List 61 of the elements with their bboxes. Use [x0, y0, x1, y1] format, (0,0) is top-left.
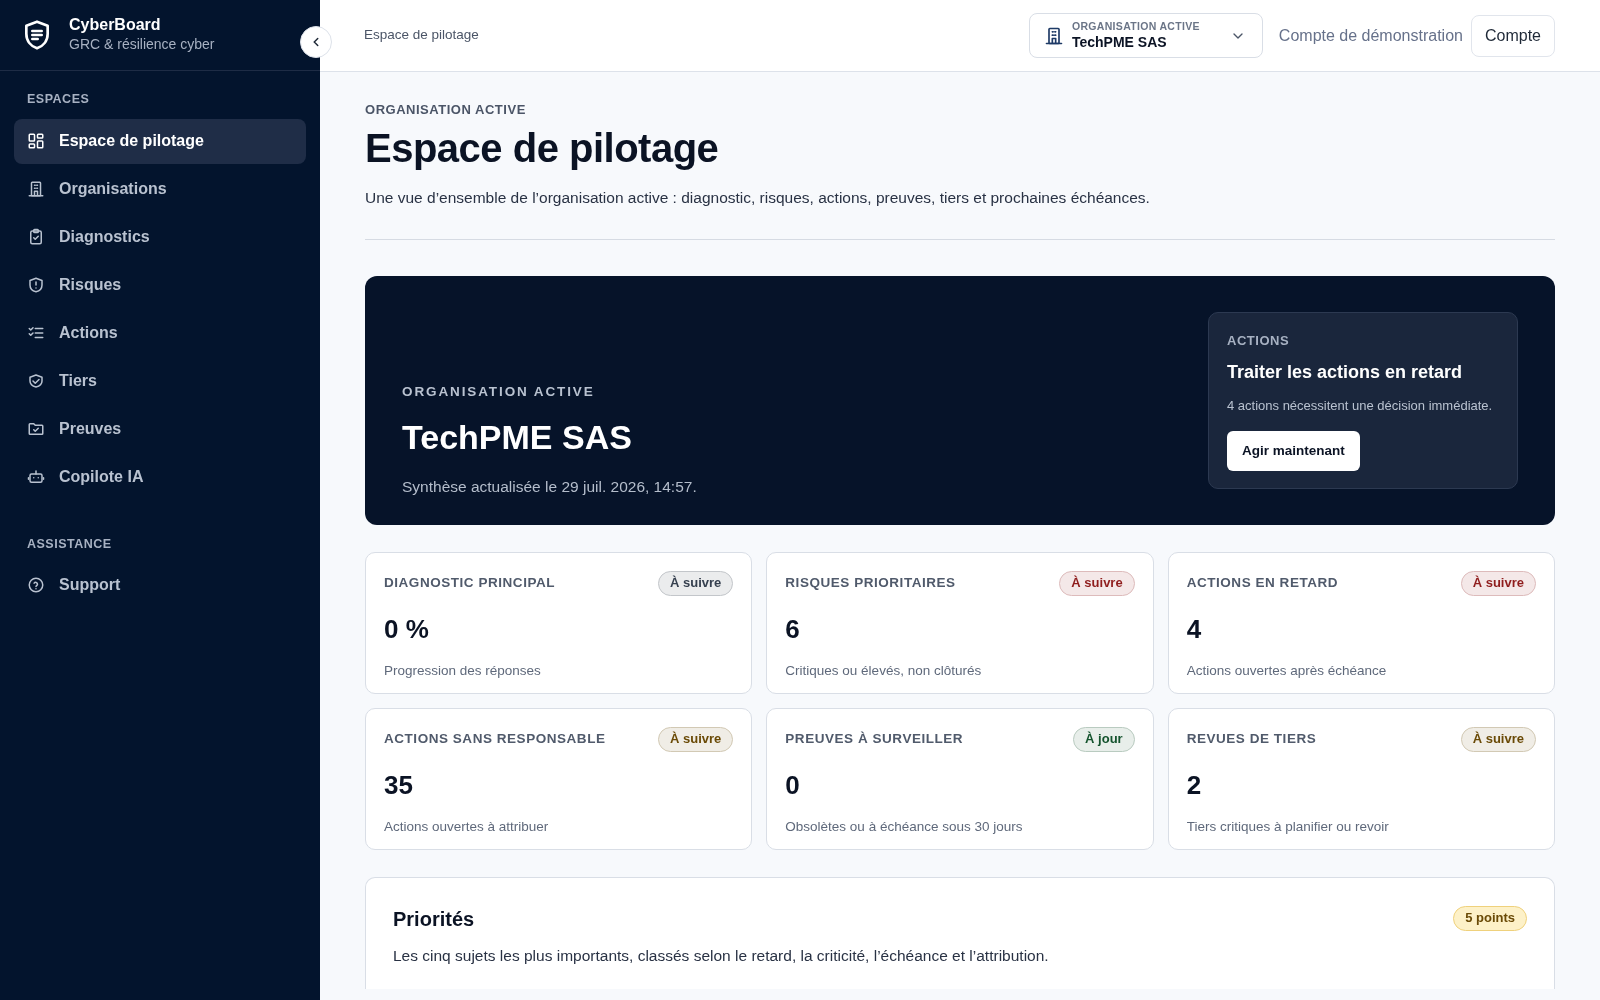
clipboard-check-icon: [27, 228, 45, 247]
dashboard-icon: [27, 132, 45, 151]
nav-item[interactable]: Risques: [14, 262, 306, 308]
status-badge: À suivre: [658, 726, 734, 752]
metric-caption: Obsolètes ou à échéance sous 30 jours: [785, 817, 1024, 836]
account-button[interactable]: Compte: [1470, 14, 1555, 57]
status-badge: À suivre: [1460, 570, 1536, 596]
nav-item[interactable]: Actions: [14, 310, 306, 356]
collapse-button[interactable]: [300, 26, 332, 58]
nav-item[interactable]: Preuves: [14, 406, 306, 452]
metric-title: REVUES DE TIERS: [1186, 729, 1317, 748]
count-badge: 5 points: [1453, 906, 1527, 932]
metric-title: DIAGNOSTIC PRINCIPAL: [384, 573, 556, 592]
status-badge: À jour: [1073, 726, 1135, 752]
callout-eyebrow: ACTIONS: [1227, 331, 1291, 350]
act-now-button[interactable]: Agir maintenant: [1227, 430, 1360, 471]
shield-alert-icon: [27, 276, 45, 295]
section-heading: ESPACES: [26, 91, 91, 108]
nav-item[interactable]: Copilote IA: [14, 454, 306, 500]
metric-caption: Critiques ou élevés, non clôturés: [785, 661, 983, 680]
metric-caption: Actions ouvertes à attribuer: [384, 817, 550, 836]
page-subtitle: Une vue d’ensemble de l’organisation active : diagnostic, risques, actions, preuves, tiers et prochaines échéances.: [365, 187, 1151, 208]
metric-title: PREUVES À SURVEILLER: [785, 729, 964, 748]
status-badge: À suivre: [1460, 726, 1536, 752]
callout-text: 4 actions nécessitent une décision immédiate.: [1227, 397, 1494, 416]
status-badge: À suivre: [658, 570, 734, 596]
update-note: Synthèse actualisée le 29 juil. 2026, 14:57.: [402, 477, 697, 498]
metric-value: 4: [1186, 612, 1203, 646]
building-icon: [1043, 25, 1064, 46]
nav-item[interactable]: Tiers: [14, 358, 306, 404]
metric-value: 0: [785, 768, 801, 802]
hero-eyebrow: ORGANISATION ACTIVE: [402, 383, 596, 401]
section-subtitle: Les cinq sujets les plus importants, classés selon le retard, la criticité, l’échéance et l’attribution.: [393, 945, 1050, 966]
section-heading: ASSISTANCE: [26, 535, 113, 553]
nav-item[interactable]: Organisations: [14, 166, 306, 212]
account-name: Compte de démonstration: [1278, 25, 1463, 46]
metric-caption: Tiers critiques à planifier ou revoir: [1186, 817, 1390, 836]
metric-value: 6: [785, 612, 801, 646]
metric-value: 2: [1186, 768, 1203, 802]
metric-caption: Progression des réponses: [384, 661, 542, 680]
metric-value: 0 %: [384, 612, 430, 646]
callout-title: Traiter les actions en retard: [1227, 361, 1464, 385]
page-eyebrow: ORGANISATION ACTIVE: [365, 101, 527, 119]
metric-caption: Actions ouvertes après échéance: [1186, 661, 1388, 680]
organisation-name: TechPME SAS: [402, 417, 633, 459]
metric-title: RISQUES PRIORITAIRES: [785, 573, 956, 592]
metric-title: ACTIONS SANS RESPONSABLE: [384, 729, 606, 748]
metric-value: 35: [384, 768, 414, 802]
brand-name: CyberBoard: [69, 14, 162, 35]
nav-item[interactable]: Support: [14, 562, 306, 608]
nav-item[interactable]: Espace de pilotage: [14, 118, 306, 164]
page-title: Espace de pilotage: [365, 124, 720, 172]
metric-title: ACTIONS EN RETARD: [1186, 573, 1339, 592]
brand-tagline: GRC & résilience cyber: [69, 35, 215, 55]
nav-item[interactable]: Diagnostics: [14, 214, 306, 260]
breadcrumb: Espace de pilotage: [364, 26, 479, 45]
status-badge: À suivre: [1059, 570, 1135, 596]
building-icon: [27, 180, 45, 199]
section-title: Priorités: [393, 906, 475, 932]
help-icon: [27, 576, 45, 594]
organisation-selector[interactable]: ORGANISATION ACTIVE TechPME SAS: [1028, 13, 1263, 58]
